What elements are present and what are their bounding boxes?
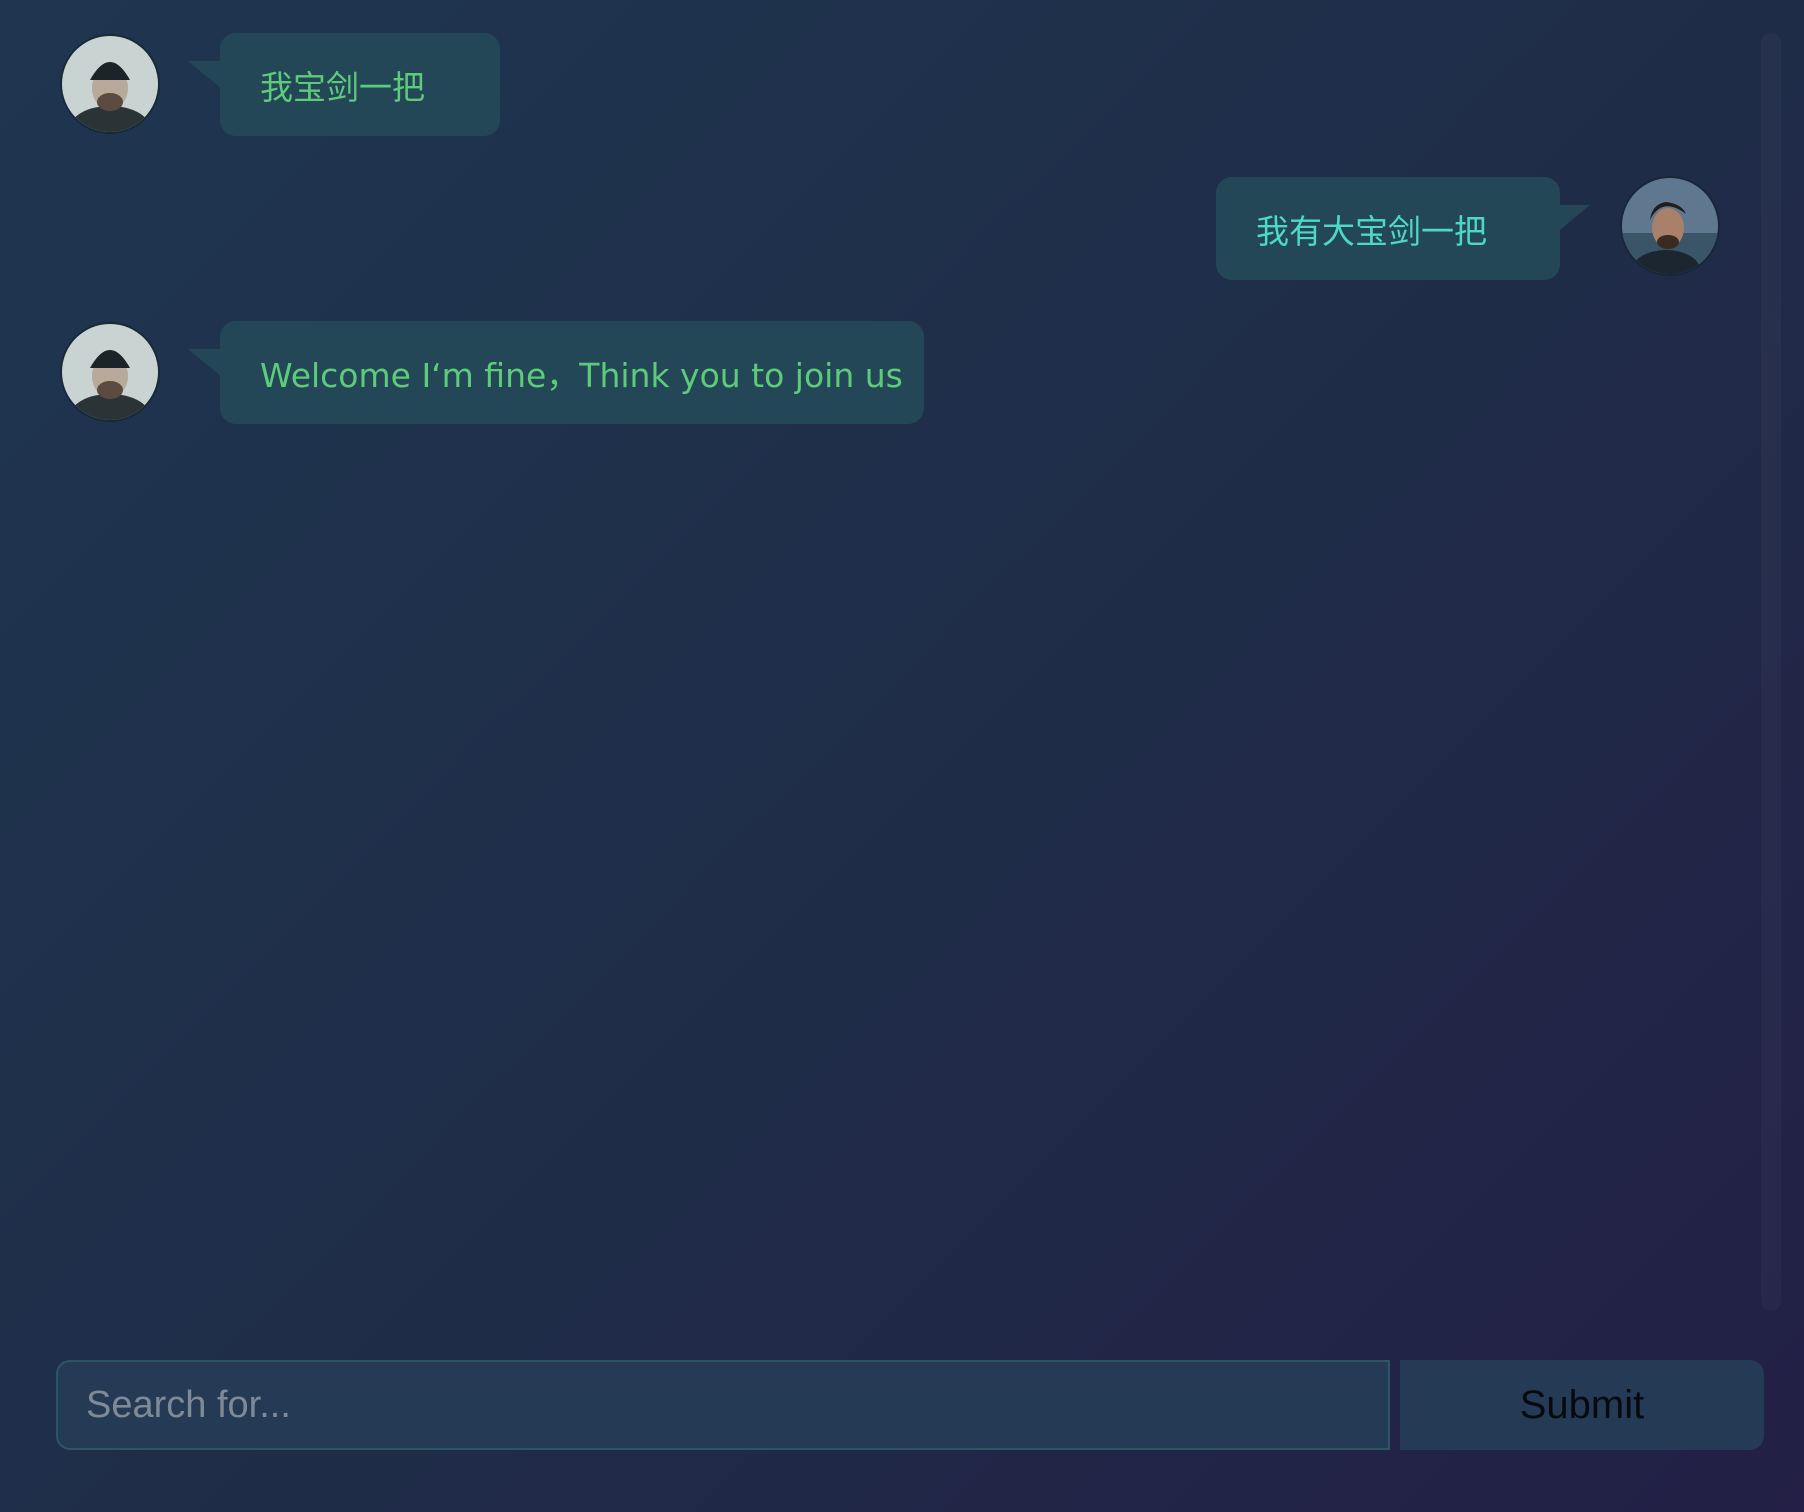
- avatar[interactable]: [62, 36, 158, 132]
- message-text: 我有大宝剑一把: [1256, 211, 1487, 251]
- avatar[interactable]: [62, 324, 158, 420]
- submit-button[interactable]: Submit: [1400, 1360, 1764, 1450]
- chat-message-list: 我宝剑一把 我有大宝剑一把 Welcome I‘m fine，Think you…: [0, 0, 1804, 1330]
- composer-bar: Submit: [56, 1360, 1764, 1450]
- person-beanie-avatar-icon: [62, 36, 158, 132]
- person-dark-hair-avatar-icon: [1622, 178, 1718, 274]
- message-text: 我宝剑一把: [260, 67, 425, 107]
- person-beanie-avatar-icon: [62, 324, 158, 420]
- message-bubble-outgoing: 我有大宝剑一把: [1216, 177, 1590, 280]
- scrollbar[interactable]: [1761, 33, 1781, 1311]
- message-text: Welcome I‘m fine，Think you to join us: [260, 355, 903, 395]
- avatar[interactable]: [1622, 178, 1718, 274]
- message-bubble-incoming: Welcome I‘m fine，Think you to join us: [220, 321, 924, 424]
- message-bubble-incoming: 我宝剑一把: [220, 33, 500, 136]
- search-input[interactable]: [56, 1360, 1390, 1450]
